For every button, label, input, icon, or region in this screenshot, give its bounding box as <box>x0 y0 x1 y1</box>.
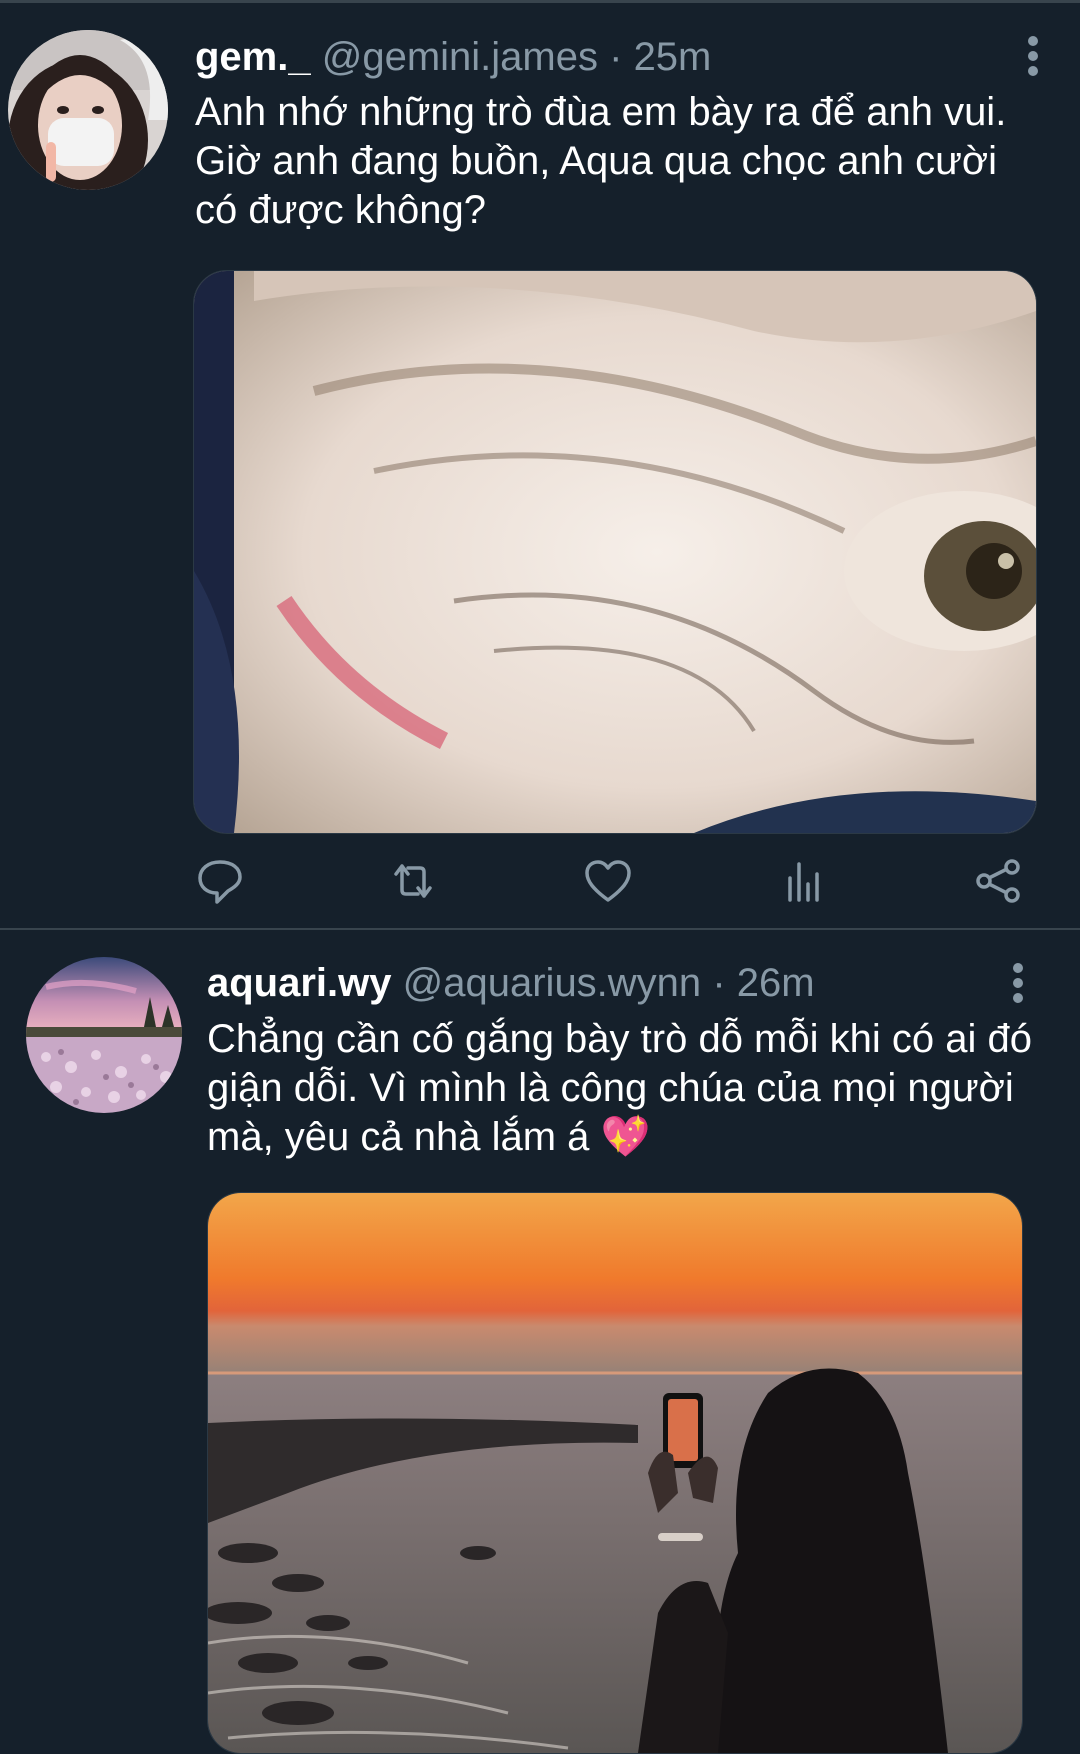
handle[interactable]: @gemini.james <box>322 35 598 79</box>
avatar[interactable] <box>8 30 168 190</box>
tweet-text: Chẳng cần cố gắng bày trò dỗ mỗi khi có … <box>207 1017 1032 1159</box>
display-name[interactable]: gem._ <box>195 35 311 79</box>
timestamp[interactable]: 25m <box>634 35 712 79</box>
tweet-2[interactable]: aquari.wy @aquarius.wynn · 26m Chẳng cần… <box>0 930 1080 1754</box>
person-avatar-icon <box>8 30 168 190</box>
tweet-media[interactable] <box>207 1192 1023 1754</box>
separator: · <box>609 35 623 79</box>
handle[interactable]: @aquarius.wynn <box>403 961 702 1005</box>
landscape-avatar-icon <box>26 957 182 1113</box>
more-options-icon[interactable] <box>1027 36 1039 76</box>
tweet-header: aquari.wy @aquarius.wynn · 26m <box>207 960 815 1006</box>
tweet-header: gem._ @gemini.james · 25m <box>195 34 711 80</box>
tweet-text: Anh nhớ những trò đùa em bày ra để anh v… <box>195 90 1007 232</box>
tweet-media[interactable] <box>193 270 1037 834</box>
more-options-icon[interactable] <box>1012 963 1024 1003</box>
photo-sunset-beach <box>208 1193 1022 1753</box>
reply-icon[interactable] <box>195 856 251 912</box>
display-name[interactable]: aquari.wy <box>207 961 392 1005</box>
timestamp[interactable]: 26m <box>737 961 815 1005</box>
separator: · <box>712 961 726 1005</box>
avatar[interactable] <box>26 957 182 1113</box>
tweet-1[interactable]: gem._ @gemini.james · 25m Anh nhớ những … <box>0 0 1080 928</box>
analytics-icon[interactable] <box>778 856 834 912</box>
retweet-icon[interactable] <box>388 856 444 912</box>
like-icon[interactable] <box>583 856 639 912</box>
tweet-actions <box>195 856 1025 912</box>
share-icon[interactable] <box>973 856 1029 912</box>
photo-closeup-face <box>194 271 1036 833</box>
